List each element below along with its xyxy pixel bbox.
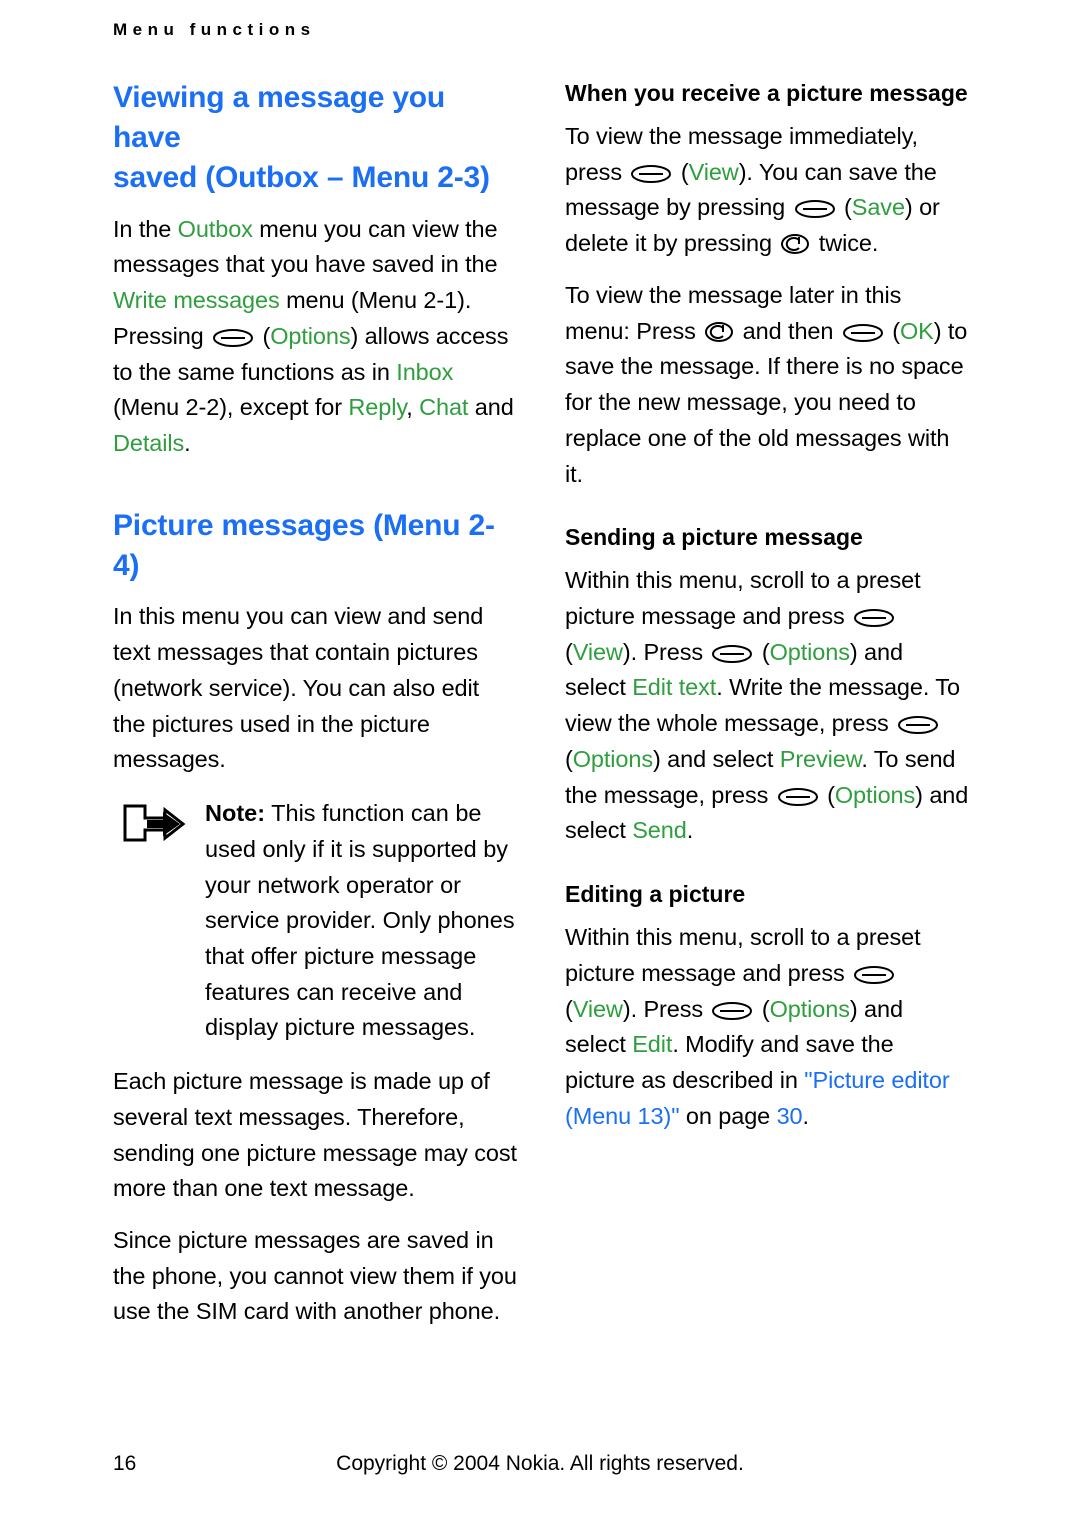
section-heading-viewing-saved-message: Viewing a message you have saved (Outbox… xyxy=(113,78,517,198)
ui-term-edit: Edit xyxy=(632,1031,673,1058)
ui-term-options: Options xyxy=(572,745,654,772)
note-text: Note: This function can be used only if … xyxy=(205,796,517,1046)
soft-key-icon xyxy=(794,199,836,219)
cross-reference-page-number[interactable]: 30 xyxy=(777,1103,803,1129)
ui-term-view: View xyxy=(572,995,623,1022)
soft-key-icon xyxy=(853,608,895,628)
ui-term-options: Options xyxy=(769,638,850,665)
text-frag: . xyxy=(802,1102,810,1129)
ui-term-options: Options xyxy=(270,322,351,349)
ui-term-ok: OK xyxy=(899,317,934,344)
text-frag: ( xyxy=(755,638,770,665)
two-column-body: Viewing a message you have saved (Outbox… xyxy=(113,78,969,1346)
soft-key-icon xyxy=(777,787,819,807)
ui-term-view: View xyxy=(688,158,739,185)
subheading-editing-a-picture: Editing a picture xyxy=(565,881,746,908)
manual-page: Menu functions Viewing a message you hav… xyxy=(0,0,1080,1530)
heading-menu-ref: Menu 2-3) xyxy=(351,160,490,194)
text-frag: ( xyxy=(565,745,573,772)
soft-key-icon xyxy=(711,644,753,664)
paragraph-editing-steps: Within this menu, scroll to a preset pic… xyxy=(565,920,969,1134)
text-frag: ( xyxy=(565,638,573,665)
ui-term-preview: Preview xyxy=(779,745,862,772)
text-frag: (Menu 2-2), except for xyxy=(113,394,349,421)
clear-key-icon xyxy=(704,321,734,343)
ui-term-chat: Chat xyxy=(419,394,469,421)
ui-term-outbox: Outbox xyxy=(177,215,253,242)
text-frag: twice. xyxy=(812,230,879,257)
text-frag: ( xyxy=(755,995,770,1022)
soft-key-icon xyxy=(853,965,895,985)
note-body: This function can be used only if it is … xyxy=(205,800,515,1041)
ui-term-save: Save xyxy=(851,194,905,221)
section-heading-picture-messages: Picture messages (Menu 2-4) xyxy=(113,506,517,586)
text-frag: , xyxy=(406,394,420,421)
text-frag: ). Press xyxy=(622,995,710,1022)
ui-term-view: View xyxy=(572,638,623,665)
text-frag: ) and select xyxy=(653,745,780,772)
text-frag: and then xyxy=(736,317,840,344)
paragraph-sending-steps: Within this menu, scroll to a preset pic… xyxy=(565,563,969,849)
soft-key-icon xyxy=(897,715,939,735)
note-arrow-icon xyxy=(121,800,191,844)
note-label: Note: xyxy=(205,800,266,827)
ui-term-edit-text: Edit text xyxy=(632,674,717,701)
text-frag: ). Press xyxy=(622,638,710,665)
text-frag: and xyxy=(468,394,514,421)
right-column: When you receive a picture message To vi… xyxy=(565,78,969,1346)
ui-term-options: Options xyxy=(834,781,916,808)
paragraph-picture-messages-intro: In this menu you can view and send text … xyxy=(113,603,484,773)
text-frag: ( xyxy=(820,781,835,808)
text-frag: ( xyxy=(885,317,900,344)
clear-key-icon xyxy=(780,233,810,255)
subheading-sending-picture-message: Sending a picture message xyxy=(565,524,863,551)
heading-line-1: Viewing a message you have xyxy=(113,81,446,154)
text-frag: ( xyxy=(565,995,573,1022)
heading-line-2a: saved (Outbox xyxy=(113,160,319,194)
left-column: Viewing a message you have saved (Outbox… xyxy=(113,78,517,1346)
soft-key-icon xyxy=(630,164,672,184)
ui-term-write-messages: Write messages xyxy=(113,287,280,314)
paragraph-outbox-intro: In the Outbox menu you can view the mess… xyxy=(113,212,517,462)
paragraph-view-later: To view the message later in this menu: … xyxy=(565,278,969,492)
ui-term-options: Options xyxy=(769,995,850,1022)
copyright-notice: Copyright © 2004 Nokia. All rights reser… xyxy=(336,1452,744,1475)
paragraph-view-immediately: To view the message immediately, press (… xyxy=(565,119,969,262)
paragraph-made-up-of: Each picture message is made up of sever… xyxy=(113,1068,517,1202)
heading-dash: – xyxy=(318,160,352,194)
text-frag: ( xyxy=(256,322,271,349)
running-header: Menu functions xyxy=(113,20,316,39)
paragraph-sim-card: Since picture messages are saved in the … xyxy=(113,1226,517,1325)
text-frag: on page xyxy=(679,1102,777,1129)
ui-term-inbox: Inbox xyxy=(396,358,454,385)
ui-term-reply: Reply xyxy=(348,394,407,421)
soft-key-icon xyxy=(212,328,254,348)
subheading-when-you-receive: When you receive a picture message xyxy=(565,80,968,106)
text-frag: In the xyxy=(113,215,178,242)
ui-term-send: Send xyxy=(632,817,687,844)
text-frag: . xyxy=(686,817,694,844)
ui-term-details: Details xyxy=(113,429,185,456)
text-frag: ( xyxy=(837,194,852,221)
text-frag: ( xyxy=(674,158,689,185)
soft-key-icon xyxy=(842,323,884,343)
soft-key-icon xyxy=(711,1001,753,1021)
note-block: Note: This function can be used only if … xyxy=(113,796,517,1046)
heading-picture-messages-text: Picture messages ( xyxy=(113,508,383,542)
text-frag: . xyxy=(184,429,191,456)
